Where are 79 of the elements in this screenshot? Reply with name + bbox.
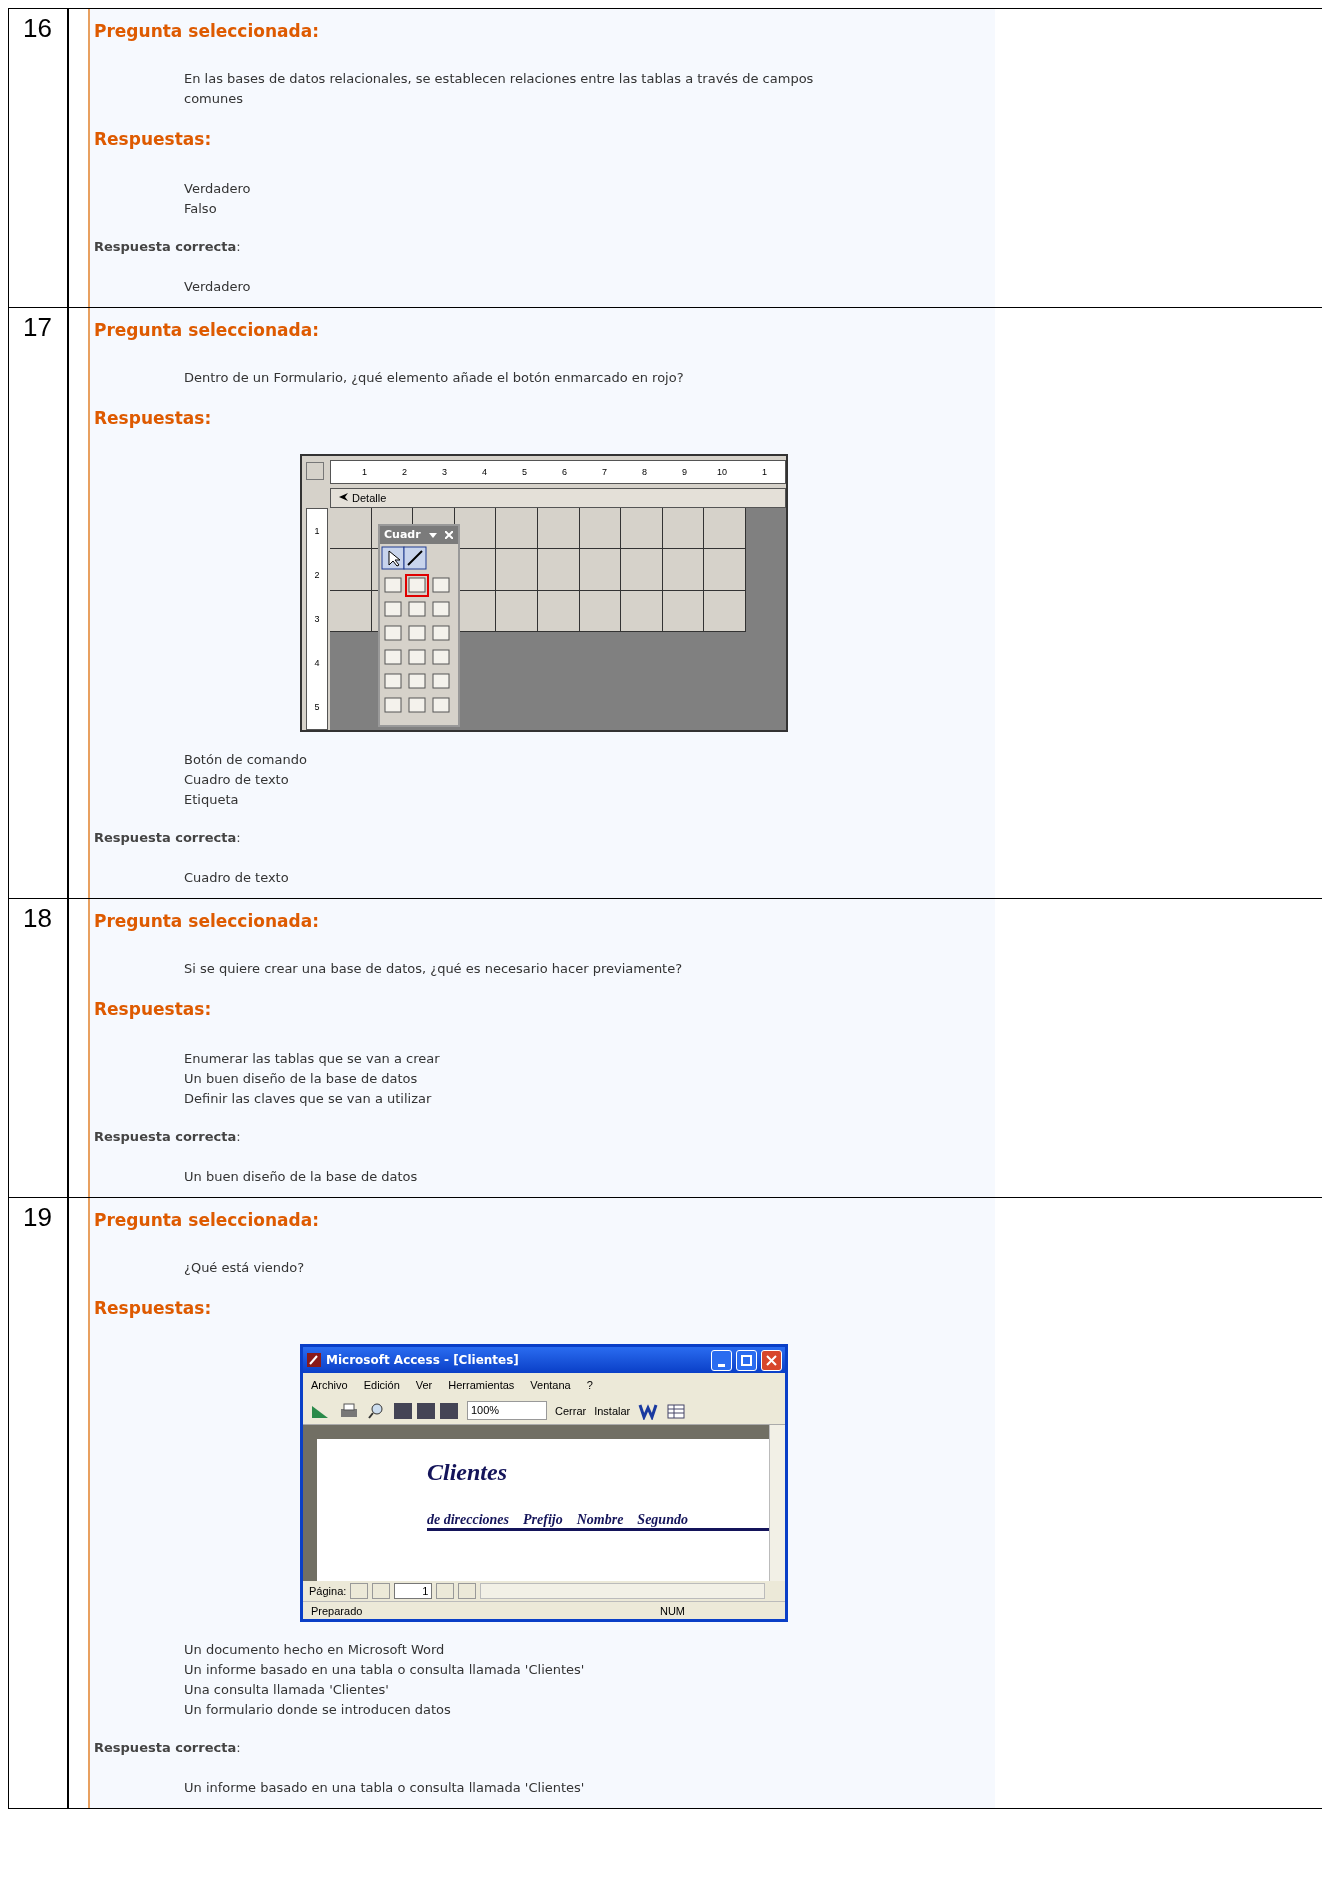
answer-option: Etiqueta xyxy=(184,790,864,810)
column-header: de direcciones xyxy=(427,1512,510,1528)
question-text: Dentro de un Formulario, ¿qué elemento añade el botón enmarcado en rojo? xyxy=(184,369,685,387)
question-number: 19 xyxy=(8,1198,69,1808)
maximize-button[interactable] xyxy=(736,1349,757,1371)
question-heading: Pregunta seleccionada: xyxy=(94,910,320,933)
question-text: ¿Qué está viendo? xyxy=(184,1259,306,1277)
previous-page-button[interactable] xyxy=(372,1583,391,1599)
answer-option: Falso xyxy=(184,199,864,219)
correct-answer: Verdadero xyxy=(184,278,252,296)
magnifier-icon[interactable] xyxy=(367,1401,385,1420)
horizontal-scrollbar[interactable] xyxy=(480,1583,765,1599)
answer-option: Un formulario donde se introducen datos xyxy=(184,1700,864,1720)
next-page-button[interactable] xyxy=(436,1583,455,1599)
ruler-corner xyxy=(306,462,324,480)
question-number: 18 xyxy=(8,899,69,1197)
menu-item[interactable]: ? xyxy=(586,1379,593,1391)
menu-item[interactable]: Archivo xyxy=(311,1379,348,1391)
close-button[interactable] xyxy=(761,1349,782,1371)
toolbar-button[interactable]: Instalar xyxy=(594,1404,631,1417)
column-header: Nombre xyxy=(576,1512,624,1528)
correct-answer-label: Respuesta correcta: xyxy=(94,829,242,847)
question-number: 17 xyxy=(8,308,69,898)
answers-heading: Respuestas: xyxy=(94,1297,213,1320)
database-window-icon[interactable] xyxy=(666,1401,687,1420)
answers-heading: Respuestas: xyxy=(94,998,213,1021)
report-title: Clientes xyxy=(427,1459,508,1486)
answer-option: Un buen diseño de la base de datos xyxy=(184,1069,864,1089)
correct-answer: Un informe basado en una tabla o consulta llamada 'Clientes' xyxy=(184,1779,586,1797)
menu-item[interactable]: Ventana xyxy=(530,1379,571,1391)
window-title: Microsoft Access - [Clientes] xyxy=(326,1353,520,1367)
status-text: Preparado xyxy=(311,1604,363,1617)
num-lock-indicator: NUM xyxy=(659,1604,685,1617)
minimize-icon xyxy=(718,1363,725,1367)
vertical-scrollbar[interactable] xyxy=(769,1425,785,1581)
close-icon[interactable] xyxy=(444,531,453,539)
section-bar: Detalle xyxy=(330,488,786,508)
question-number: 16 xyxy=(8,9,69,307)
column-header: Segundo xyxy=(637,1512,688,1528)
dropdown-icon[interactable] xyxy=(428,532,437,538)
answer-option: Definir las claves que se van a utilizar xyxy=(184,1089,864,1109)
close-icon xyxy=(766,1354,777,1366)
column-header: Prefijo xyxy=(523,1512,563,1528)
page-number-field[interactable]: 1 xyxy=(394,1583,433,1599)
question-heading: Pregunta seleccionada: xyxy=(94,319,320,342)
correct-answer: Un buen diseño de la base de datos xyxy=(184,1168,419,1186)
vertical-ruler: 1 2 3 4 5 xyxy=(306,508,328,730)
page-view-icons[interactable] xyxy=(393,1401,459,1420)
last-page-button[interactable] xyxy=(458,1583,477,1599)
answer-option: Enumerar las tablas que se van a crear xyxy=(184,1049,864,1069)
arrow-icon xyxy=(339,493,349,502)
correct-answer-label: Respuesta correcta: xyxy=(94,1739,242,1757)
answer-option: Verdadero xyxy=(184,179,864,199)
zoom-dropdown[interactable]: 100% xyxy=(467,1401,547,1420)
page-label: Página: xyxy=(309,1585,347,1597)
minimize-button[interactable] xyxy=(711,1349,732,1371)
correct-answer: Cuadro de texto xyxy=(184,869,290,887)
correct-answer-label: Respuesta correcta: xyxy=(94,1128,242,1146)
horizontal-ruler: 1 2 3 4 5 6 7 8 9 10 1 xyxy=(330,460,786,484)
maximize-icon xyxy=(741,1354,752,1366)
question-heading: Pregunta seleccionada: xyxy=(94,1209,320,1232)
answers-heading: Respuestas: xyxy=(94,407,213,430)
answer-option: Una consulta llamada 'Clientes' xyxy=(184,1680,864,1700)
menu-item[interactable]: Ver xyxy=(415,1379,433,1391)
answer-option: Cuadro de texto xyxy=(184,770,864,790)
answers-heading: Respuestas: xyxy=(94,128,213,151)
question-heading: Pregunta seleccionada: xyxy=(94,20,320,43)
printer-icon[interactable] xyxy=(339,1401,359,1420)
correct-answer-label: Respuesta correcta: xyxy=(94,238,242,256)
answer-option: Botón de comando xyxy=(184,750,864,770)
toolbar-button[interactable]: Cerrar xyxy=(555,1404,587,1417)
answer-option: Un informe basado en una tabla o consulta llamada 'Clientes' xyxy=(184,1660,864,1680)
first-page-button[interactable] xyxy=(350,1583,369,1599)
question-text: Si se quiere crear una base de datos, ¿qué es necesario hacer previamente? xyxy=(184,960,684,978)
question-text: En las bases de datos relacionales, se establecen relaciones entre las tablas a través de campos comunes xyxy=(184,70,815,108)
menu-item[interactable]: Herramientas xyxy=(448,1379,515,1391)
answer-option: Un documento hecho en Microsoft Word xyxy=(184,1640,864,1660)
toolbox-title: Cuadr xyxy=(384,527,421,543)
menu-item[interactable]: Edición xyxy=(363,1379,400,1391)
